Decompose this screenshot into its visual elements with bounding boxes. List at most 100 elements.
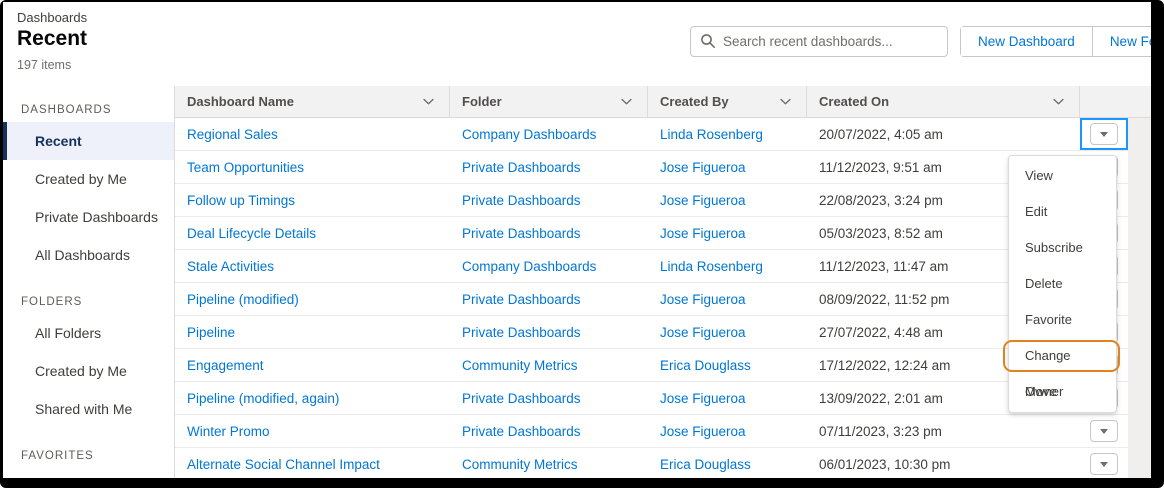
dashboard-name-link[interactable]: Regional Sales	[187, 127, 278, 142]
table-row: Engagement Community Metrics Erica Douglas…	[175, 349, 1128, 382]
table-rows: Regional Sales Company Dashboards Linda Ro…	[175, 118, 1151, 478]
created-by-link[interactable]: Linda Rosenberg	[660, 127, 763, 142]
sidebar-item-all-folders[interactable]: All Folders	[3, 314, 174, 352]
column-header-label: Created On	[819, 94, 889, 109]
created-on-text: 17/12/2022, 12:24 am	[819, 358, 950, 373]
created-by-link[interactable]: Linda Rosenberg	[660, 259, 763, 274]
dashboard-name-link[interactable]: Follow up Timings	[187, 193, 295, 208]
dashboard-name-link[interactable]: Pipeline (modified, again)	[187, 391, 339, 406]
chevron-down-icon	[422, 95, 435, 108]
sidebar-item-all-dashboards[interactable]: All Dashboards	[3, 236, 174, 274]
nav-section-heading-folders: FOLDERS	[3, 290, 174, 314]
dashboard-name-link[interactable]: Winter Promo	[187, 424, 270, 439]
folder-link[interactable]: Community Metrics	[462, 457, 578, 472]
created-by-link[interactable]: Jose Figueroa	[660, 160, 746, 175]
column-header-created-by[interactable]: Created By	[648, 86, 807, 117]
table-row: Pipeline (modified, again) Private Dashbo…	[175, 382, 1128, 415]
row-actions-button[interactable]	[1090, 420, 1118, 442]
created-by-link[interactable]: Erica Douglass	[660, 457, 751, 472]
screenshot-frame: Dashboards Recent 197 items New Dashboar…	[0, 0, 1164, 488]
row-actions-button[interactable]	[1090, 123, 1118, 145]
dashboard-name-link[interactable]: Pipeline	[187, 325, 235, 340]
created-on-text: 13/09/2022, 2:01 am	[819, 391, 943, 406]
cell-created-by: Jose Figueroa	[648, 382, 807, 414]
column-header-dashboard-name[interactable]: Dashboard Name	[175, 86, 450, 117]
cell-dashboard-name: Pipeline (modified, again)	[175, 382, 450, 414]
column-header-actions	[1080, 86, 1151, 117]
folder-link[interactable]: Private Dashboards	[462, 226, 581, 241]
folder-link[interactable]: Company Dashboards	[462, 127, 596, 142]
row-actions-button[interactable]	[1090, 453, 1118, 475]
dashboard-name-link[interactable]: Pipeline (modified)	[187, 292, 299, 307]
cell-folder: Company Dashboards	[450, 118, 648, 150]
folder-link[interactable]: Community Metrics	[462, 358, 578, 373]
column-header-created-on[interactable]: Created On	[807, 86, 1080, 117]
created-by-link[interactable]: Jose Figueroa	[660, 292, 746, 307]
chevron-down-icon	[779, 95, 792, 108]
table-row: Alternate Social Channel Impact Community…	[175, 448, 1128, 478]
new-item-button-group: New Dashboard New Folder	[960, 26, 1151, 57]
table-row: Deal Lifecycle Details Private Dashboards…	[175, 217, 1128, 250]
menu-item-view[interactable]: View	[1009, 158, 1116, 194]
created-by-link[interactable]: Erica Douglass	[660, 358, 751, 373]
created-by-link[interactable]: Jose Figueroa	[660, 193, 746, 208]
sidebar-item-recent[interactable]: Recent	[3, 122, 174, 160]
table-area: Dashboard Name FolderCreated By Created On…	[175, 86, 1151, 478]
created-by-link[interactable]: Jose Figueroa	[660, 226, 746, 241]
scrollbar-track[interactable]	[1128, 118, 1151, 478]
content-body: DASHBOARDSRecentCreated by MePrivate Das…	[3, 86, 1151, 478]
folder-link[interactable]: Private Dashboards	[462, 292, 581, 307]
created-by-link[interactable]: Jose Figueroa	[660, 325, 746, 340]
dashboard-name-link[interactable]: Team Opportunities	[187, 160, 304, 175]
header-actions: New Dashboard New Folder	[690, 26, 1151, 57]
chevron-down-icon	[1052, 95, 1065, 108]
sidebar-item-shared-with-me[interactable]: Shared with Me	[3, 390, 174, 428]
dashboard-name-link[interactable]: Alternate Social Channel Impact	[187, 457, 380, 472]
dashboard-name-link[interactable]: Stale Activities	[187, 259, 274, 274]
folder-link[interactable]: Private Dashboards	[462, 424, 581, 439]
search-input[interactable]	[690, 26, 948, 57]
menu-item-move[interactable]: Move	[1009, 374, 1116, 410]
cell-dashboard-name: Winter Promo	[175, 415, 450, 447]
dashboard-name-link[interactable]: Engagement	[187, 358, 264, 373]
menu-item-change-owner[interactable]: Change Owner	[1009, 338, 1116, 374]
menu-item-delete[interactable]: Delete	[1009, 266, 1116, 302]
table-row: Follow up Timings Private Dashboards Jose …	[175, 184, 1128, 217]
created-by-link[interactable]: Jose Figueroa	[660, 424, 746, 439]
sidebar-item-created-by-me[interactable]: Created by Me	[3, 160, 174, 198]
created-on-text: 20/07/2022, 4:05 am	[819, 127, 943, 142]
column-header-label: Dashboard Name	[187, 94, 294, 109]
created-on-text: 27/07/2022, 4:48 am	[819, 325, 943, 340]
sidebar-item-created-by-me[interactable]: Created by Me	[3, 352, 174, 390]
row-action-cell	[1080, 118, 1128, 150]
menu-item-favorite[interactable]: Favorite	[1009, 302, 1116, 338]
dashboards-app: Dashboards Recent 197 items New Dashboar…	[3, 2, 1151, 478]
column-header-folder[interactable]: Folder	[450, 86, 648, 117]
breadcrumb: Dashboards	[17, 10, 1151, 25]
sidebar: DASHBOARDSRecentCreated by MePrivate Das…	[3, 86, 175, 478]
cell-created-by: Linda Rosenberg	[648, 250, 807, 282]
cell-dashboard-name: Team Opportunities	[175, 151, 450, 183]
folder-link[interactable]: Private Dashboards	[462, 325, 581, 340]
folder-link[interactable]: Private Dashboards	[462, 160, 581, 175]
row-actions-menu: ViewEditSubscribeDeleteFavoriteChange Ow…	[1008, 155, 1117, 413]
dashboard-name-link[interactable]: Deal Lifecycle Details	[187, 226, 316, 241]
folder-link[interactable]: Private Dashboards	[462, 193, 581, 208]
sidebar-item-private-dashboards[interactable]: Private Dashboards	[3, 198, 174, 236]
menu-item-edit[interactable]: Edit	[1009, 194, 1116, 230]
cell-created-by: Jose Figueroa	[648, 184, 807, 216]
folder-link[interactable]: Private Dashboards	[462, 391, 581, 406]
cell-created-by: Jose Figueroa	[648, 415, 807, 447]
created-by-link[interactable]: Jose Figueroa	[660, 391, 746, 406]
table-row: Team Opportunities Private Dashboards Jose…	[175, 151, 1128, 184]
new-folder-button[interactable]: New Folder	[1092, 27, 1151, 56]
menu-item-subscribe[interactable]: Subscribe	[1009, 230, 1116, 266]
cell-dashboard-name: Deal Lifecycle Details	[175, 217, 450, 249]
new-dashboard-button[interactable]: New Dashboard	[961, 27, 1092, 56]
cell-folder: Community Metrics	[450, 349, 648, 381]
created-on-text: 22/08/2023, 3:24 pm	[819, 193, 943, 208]
cell-dashboard-name: Pipeline	[175, 316, 450, 348]
item-count: 197 items	[17, 58, 1151, 72]
table-header-row: Dashboard Name FolderCreated By Created On	[175, 86, 1151, 118]
folder-link[interactable]: Company Dashboards	[462, 259, 596, 274]
